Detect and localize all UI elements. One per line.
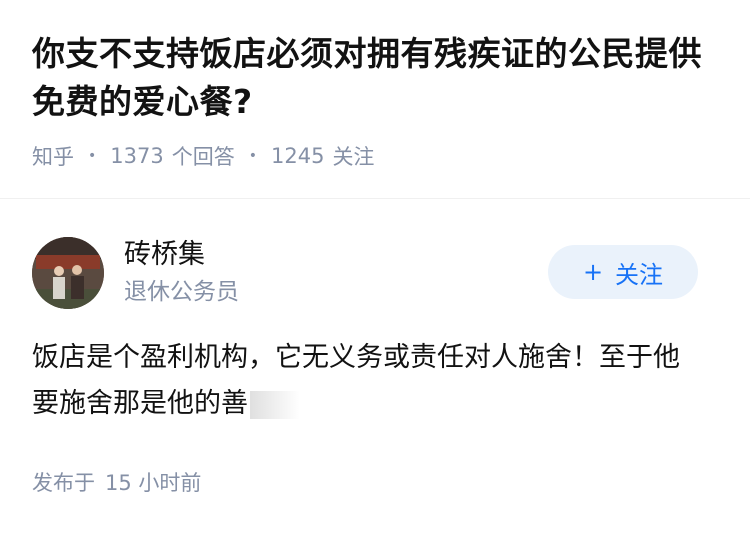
author-name[interactable]: 砖桥集 — [124, 237, 239, 273]
source-label[interactable]: 知乎 — [32, 141, 74, 171]
posted-label: 发布于 — [32, 471, 95, 495]
question-header: 你支不支持饭店必须对拥有残疾证的公民提供免费的爱心餐? 知乎 • 1373 个回… — [0, 0, 750, 172]
answer-content[interactable]: 饭店是个盈利机构，它无义务或责任对人施舍！至于他要施舍那是他的善 — [32, 335, 718, 427]
plus-icon: + — [582, 258, 604, 286]
separator-dot: • — [88, 148, 97, 164]
answer-count-label[interactable]: 个回答 — [172, 141, 235, 171]
follow-button[interactable]: + 关注 — [548, 245, 698, 299]
answer-footer: 发布于 15 小时前 — [32, 467, 718, 497]
question-title[interactable]: 你支不支持饭店必须对拥有残疾证的公民提供免费的爱心餐? — [32, 30, 720, 126]
author-info: 砖桥集 退休公务员 — [124, 237, 239, 309]
fade-overlay — [250, 390, 300, 419]
question-meta: 知乎 • 1373 个回答 • 1245 关注 — [32, 140, 720, 172]
answer-count: 1373 — [110, 144, 164, 168]
author-bio: 退休公务员 — [124, 279, 239, 305]
follow-button-label: 关注 — [615, 260, 664, 289]
answer-text: 饭店是个盈利机构，它无义务或责任对人施舍！至于他要施舍那是他的善 — [32, 342, 680, 419]
follow-count: 1245 — [270, 144, 325, 168]
posted-time: 15 小时前 — [105, 471, 202, 495]
avatar-photo-icon — [32, 237, 104, 309]
separator-dot: • — [248, 148, 257, 164]
answer-card: 砖桥集 退休公务员 + 关注 饭店是个盈利机构，它无义务或责任对人施舍！至于他要… — [0, 199, 750, 497]
follow-count-label: 关注 — [332, 145, 375, 169]
avatar[interactable] — [32, 237, 104, 309]
